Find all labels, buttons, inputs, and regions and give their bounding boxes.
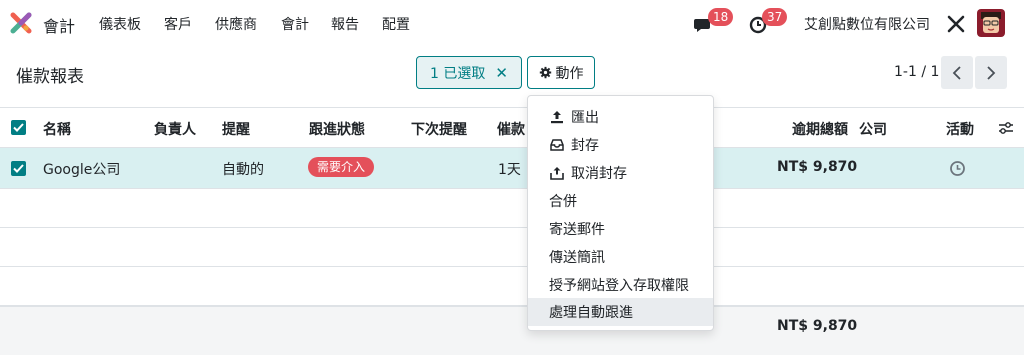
- menu-item-label: 取消封存: [571, 166, 627, 182]
- column-header-followup-status[interactable]: 跟進狀態: [309, 119, 365, 139]
- column-header-next-reminder[interactable]: 下次提醒: [411, 119, 467, 139]
- pager-next-button[interactable]: [975, 56, 1007, 89]
- menu-item-accounting[interactable]: 會計: [281, 14, 309, 34]
- menu-item-customers[interactable]: 客戶: [164, 14, 192, 34]
- table-footer: NT$ 9,870: [0, 306, 1024, 355]
- checkmark-icon: [13, 123, 24, 132]
- empty-row: [0, 267, 1024, 306]
- menu-item-reporting[interactable]: 報告: [331, 14, 359, 34]
- cell-reminder: 自動的: [222, 162, 264, 178]
- activity-clock-icon[interactable]: [949, 160, 966, 177]
- footer-total-overdue: NT$ 9,870: [777, 318, 858, 334]
- company-switcher[interactable]: 艾創點數位有限公司: [804, 14, 930, 34]
- table-header: 名稱 負責人 提醒 跟進狀態 下次提醒 催款 逾期總額 公司 活動: [0, 107, 1024, 148]
- menu-item-label: 合併: [549, 194, 577, 210]
- upload-icon: [549, 109, 565, 125]
- column-header-owner[interactable]: 負責人: [154, 119, 196, 139]
- row-checkbox[interactable]: [11, 161, 26, 176]
- unarchive-icon: [549, 165, 565, 181]
- selection-indicator[interactable]: 1 已選取 ✕: [416, 56, 522, 89]
- top-navbar: 會計 儀表板 客戶 供應商 會計 報告 配置 18 37 艾創點數位有限公司: [0, 0, 1024, 46]
- menu-item-unarchive[interactable]: 取消封存: [528, 159, 713, 187]
- menu-item-label: 授予網站登入存取權限: [549, 278, 689, 294]
- menu-item-dashboard[interactable]: 儀表板: [99, 14, 141, 34]
- status-badge: 需要介入: [308, 157, 375, 177]
- messages-count-badge: 18: [708, 8, 734, 26]
- menu-item-archive[interactable]: 封存: [528, 131, 713, 159]
- page-title: 催款報表: [16, 67, 84, 87]
- menu-item-label: 寄送郵件: [549, 222, 605, 238]
- user-avatar[interactable]: [977, 9, 1005, 37]
- pager-value[interactable]: 1-1 / 1: [894, 64, 939, 80]
- cell-total-overdue: NT$ 9,870: [777, 159, 858, 175]
- action-button[interactable]: 動作: [527, 56, 595, 89]
- app-name[interactable]: 會計: [43, 13, 75, 37]
- gear-icon: [539, 66, 551, 79]
- cell-followup-days: 1天: [498, 162, 521, 178]
- column-header-company[interactable]: 公司: [859, 119, 887, 139]
- menu-item-label: 封存: [571, 138, 599, 154]
- empty-row: [0, 189, 1024, 228]
- clear-selection-icon[interactable]: ✕: [495, 64, 508, 82]
- column-header-activity[interactable]: 活動: [946, 119, 974, 139]
- column-header-name[interactable]: 名稱: [43, 119, 71, 139]
- menu-item-label: 處理自動跟進: [549, 305, 633, 321]
- menu-item-process-automatic-followups[interactable]: 處理自動跟進: [528, 298, 713, 326]
- menu-item-label: 傳送簡訊: [549, 250, 605, 266]
- pager-previous-button[interactable]: [941, 56, 973, 89]
- tools-icon[interactable]: [946, 14, 966, 34]
- menu-item-merge[interactable]: 合併: [528, 187, 713, 215]
- checkmark-icon: [13, 164, 24, 173]
- cell-name: Google公司: [43, 162, 121, 178]
- table-row[interactable]: Google公司 自動的 需要介入 1天 NT$ 9,870: [0, 148, 1024, 189]
- menu-item-grant-portal-access[interactable]: 授予網站登入存取權限: [528, 271, 713, 299]
- column-header-total-overdue[interactable]: 逾期總額: [792, 119, 848, 139]
- menu-item-export[interactable]: 匯出: [528, 103, 713, 131]
- column-header-reminder[interactable]: 提醒: [222, 119, 250, 139]
- activities-count-badge: 37: [762, 8, 788, 26]
- chevron-right-icon: [987, 65, 996, 80]
- menu-item-send-sms[interactable]: 傳送簡訊: [528, 243, 713, 271]
- optional-columns-icon[interactable]: [998, 121, 1014, 135]
- column-header-overdue-partial[interactable]: 催款: [497, 119, 525, 139]
- menu-item-send-email[interactable]: 寄送郵件: [528, 215, 713, 243]
- action-dropdown-menu: 匯出 封存 取消封存 合併 寄送郵件 傳送簡訊 授予網站登入存取權限 處理自動跟…: [527, 95, 714, 331]
- select-all-checkbox[interactable]: [11, 120, 26, 135]
- archive-icon: [549, 137, 565, 153]
- menu-item-vendors[interactable]: 供應商: [215, 14, 257, 34]
- chevron-left-icon: [952, 65, 961, 80]
- selected-count-label: 1 已選取: [430, 65, 486, 82]
- accounting-app-logo-icon[interactable]: [10, 12, 32, 34]
- menu-item-label: 匯出: [571, 110, 599, 126]
- action-button-label: 動作: [555, 65, 584, 82]
- menu-item-configuration[interactable]: 配置: [382, 14, 410, 34]
- empty-row: [0, 228, 1024, 267]
